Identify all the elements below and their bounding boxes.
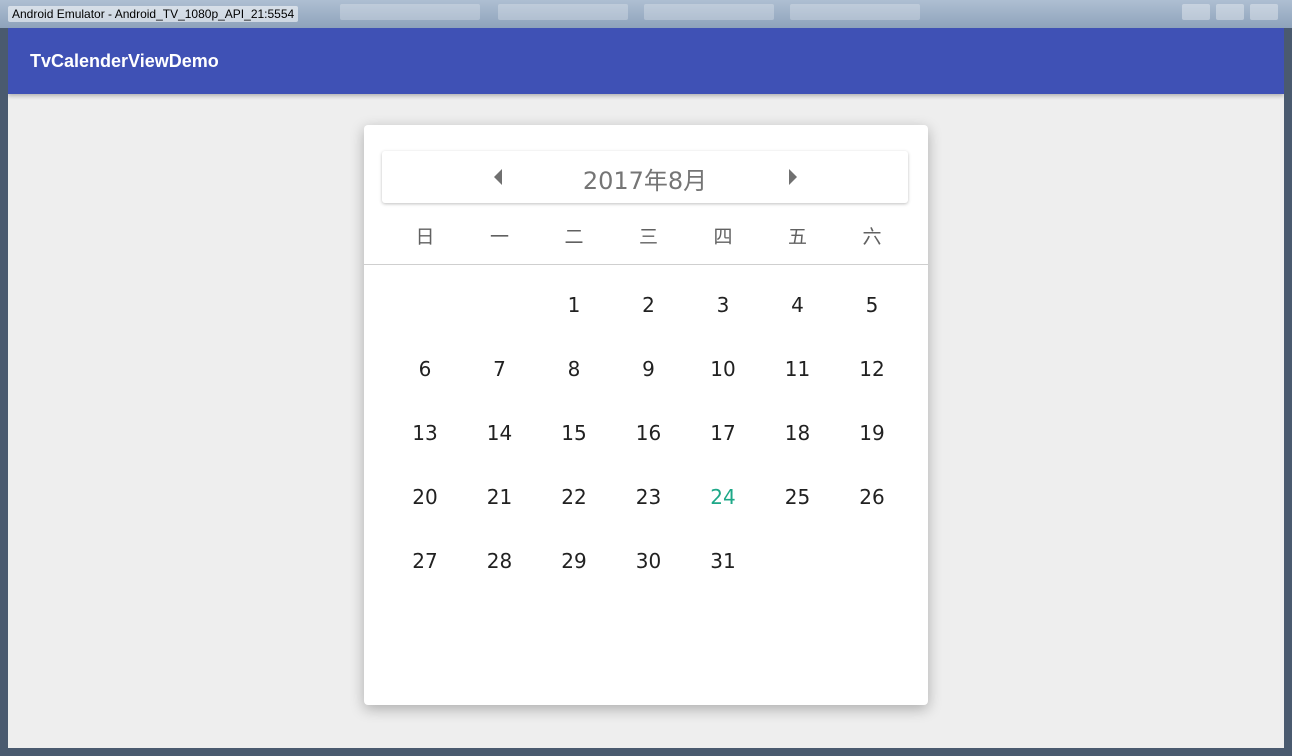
maximize-button[interactable]	[1216, 4, 1244, 20]
minimize-button[interactable]	[1182, 4, 1210, 20]
caret-right-icon[interactable]	[789, 169, 797, 185]
background-tab	[498, 4, 628, 20]
divider	[364, 264, 928, 265]
close-button[interactable]	[1250, 4, 1278, 20]
weekday-label: 日	[415, 226, 435, 248]
background-tab	[644, 4, 774, 20]
day-cell[interactable]: 20	[388, 477, 462, 517]
day-cell[interactable]: 26	[835, 477, 909, 517]
day-cell[interactable]: 10	[686, 349, 760, 389]
day-cell[interactable]: 17	[686, 413, 760, 453]
day-cell[interactable]: 7	[463, 349, 537, 389]
day-cell[interactable]: 11	[761, 349, 835, 389]
day-cell[interactable]: 21	[463, 477, 537, 517]
day-cell[interactable]: 5	[835, 285, 909, 325]
window-title: Android Emulator - Android_TV_1080p_API_…	[8, 6, 299, 22]
day-cell[interactable]: 4	[761, 285, 835, 325]
day-cell[interactable]: 9	[612, 349, 686, 389]
day-cell[interactable]: 23	[612, 477, 686, 517]
emulator-window: Android Emulator - Android_TV_1080p_API_…	[0, 0, 1292, 756]
month-label: 2017年8月	[582, 167, 708, 195]
day-cell[interactable]: 14	[463, 413, 537, 453]
app-title: TvCalenderViewDemo	[30, 51, 219, 71]
day-cell[interactable]: 31	[686, 541, 760, 581]
emulator-screen: TvCalenderViewDemo 2017年8月 日一二三四五六 12345…	[8, 28, 1284, 748]
day-cell-today[interactable]: 24	[686, 477, 760, 517]
day-cell[interactable]: 19	[835, 413, 909, 453]
background-tab	[790, 4, 920, 20]
weekday-label: 五	[787, 226, 807, 248]
background-tab	[340, 4, 480, 20]
caret-left-icon[interactable]	[494, 169, 502, 185]
day-cell[interactable]: 28	[463, 541, 537, 581]
day-cell[interactable]: 12	[835, 349, 909, 389]
day-cell[interactable]: 3	[686, 285, 760, 325]
weekday-label: 三	[638, 226, 658, 248]
window-titlebar: Android Emulator - Android_TV_1080p_API_…	[0, 0, 1292, 28]
weekday-header: 日一二三四五六	[388, 222, 910, 252]
day-cell[interactable]: 13	[388, 413, 462, 453]
day-cell[interactable]: 2	[612, 285, 686, 325]
weekday-label: 二	[564, 226, 584, 248]
day-cell[interactable]: 1	[537, 285, 611, 325]
day-cell[interactable]: 30	[612, 541, 686, 581]
app-bar: TvCalenderViewDemo	[8, 28, 1284, 94]
day-cell[interactable]: 8	[537, 349, 611, 389]
day-cell[interactable]: 18	[761, 413, 835, 453]
weekday-label: 四	[713, 226, 733, 248]
weekday-label: 一	[489, 226, 509, 248]
day-cell[interactable]: 15	[537, 413, 611, 453]
month-header: 2017年8月	[382, 151, 908, 203]
weekday-label: 六	[862, 226, 882, 248]
day-grid: 1 2 3 4 5 6 7 8 9 10 11 12 13 14 15 16 17 18 19 20 21 22 23 24 2…	[388, 285, 910, 605]
day-cell[interactable]: 16	[612, 413, 686, 453]
day-cell[interactable]: 6	[388, 349, 462, 389]
day-cell[interactable]: 29	[537, 541, 611, 581]
day-cell[interactable]: 25	[761, 477, 835, 517]
day-cell[interactable]: 22	[537, 477, 611, 517]
calendar-card: 2017年8月 日一二三四五六 1 2 3 4 5 6 7 8 9 10 11 12 13 14 15 16 1…	[364, 125, 928, 705]
day-cell[interactable]: 27	[388, 541, 462, 581]
